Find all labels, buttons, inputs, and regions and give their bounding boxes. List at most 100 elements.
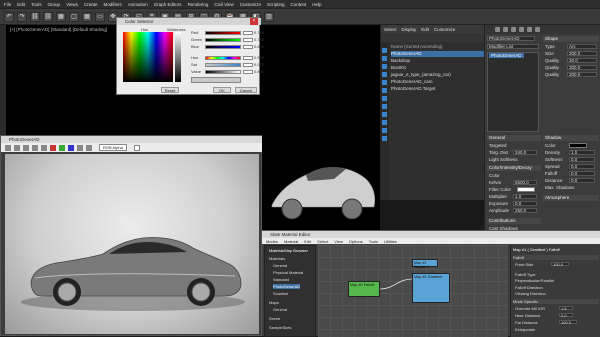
browser-row[interactable]: Standard	[273, 277, 289, 282]
blue-slider[interactable]	[205, 44, 241, 49]
me-menu-edit[interactable]: Edit	[304, 239, 311, 244]
shadow-color-swatch[interactable]	[569, 143, 587, 148]
hue-saturation-picker[interactable]	[123, 32, 173, 82]
param-label[interactable]: Extrapolate	[515, 327, 535, 332]
selection-region-icon[interactable]: ▭	[95, 11, 105, 22]
sat-value[interactable]	[243, 62, 253, 67]
clone-frame-icon[interactable]	[23, 144, 29, 151]
blue-value[interactable]	[243, 44, 253, 49]
motion-tab-icon[interactable]	[519, 27, 524, 32]
scene-row[interactable]: PhotoGenerAD_cam	[391, 79, 489, 85]
filter-helpers-icon[interactable]	[382, 80, 387, 85]
print-icon[interactable]	[32, 144, 38, 151]
browser-row[interactable]: SampleSlots	[269, 325, 291, 330]
tab-display[interactable]: Display	[402, 27, 417, 32]
reset-button[interactable]: Reset	[161, 87, 179, 93]
hue-slider[interactable]	[205, 55, 241, 60]
menu-graph-editors[interactable]: Graph Editors	[154, 2, 182, 7]
red-slider[interactable]	[205, 30, 241, 35]
browser-row[interactable]: Scene	[269, 316, 280, 321]
me-menu-view[interactable]: View	[334, 239, 343, 244]
utilities-tab-icon[interactable]	[535, 27, 540, 32]
filter-geometry-icon[interactable]	[382, 48, 387, 53]
create-tab-icon[interactable]	[495, 27, 500, 32]
menu-modifiers[interactable]: Modifiers	[104, 2, 122, 7]
value-slider[interactable]	[205, 69, 241, 74]
material-node-view[interactable]: Map #0 Falloff Map #1 Gradient Map #1 Gr…	[318, 245, 508, 337]
filter-frozen-icon[interactable]	[382, 128, 387, 133]
link-icon[interactable]: ⛓	[30, 11, 40, 22]
render-production-icon[interactable]: ▥	[264, 11, 274, 22]
bind-space-warp-icon[interactable]: ▦	[56, 11, 66, 22]
blue-channel-icon[interactable]	[68, 144, 74, 151]
value-value[interactable]	[243, 69, 253, 74]
redo-icon[interactable]: ↷	[17, 11, 27, 22]
browser-row[interactable]: Materials	[269, 256, 285, 261]
scene-row[interactable]: Backdrop	[391, 58, 489, 64]
cancel-button[interactable]: Cancel	[235, 87, 257, 93]
modify-tab-icon[interactable]	[503, 27, 508, 32]
menu-views[interactable]: Views	[66, 2, 78, 7]
filter-containers-icon[interactable]	[382, 120, 387, 125]
filter-lights-icon[interactable]	[382, 64, 387, 69]
scene-explorer-header[interactable]: Name (Sorted Ascending)	[391, 44, 489, 50]
channel-dropdown[interactable]: RGB Alpha	[99, 144, 127, 151]
hierarchy-tab-icon[interactable]	[511, 27, 516, 32]
select-by-name-icon[interactable]: ▦	[82, 11, 92, 22]
unlink-icon[interactable]: ⛓	[43, 11, 53, 22]
alpha-channel-icon[interactable]	[77, 144, 83, 151]
tab-select[interactable]: Select	[384, 27, 397, 32]
browser-row[interactable]: Scanline	[273, 291, 288, 296]
general-rollout[interactable]: General	[487, 135, 541, 141]
filter-color-swatch[interactable]	[517, 187, 535, 192]
me-menu-options[interactable]: Options	[349, 239, 363, 244]
filter-warps-icon[interactable]	[382, 88, 387, 93]
filter-hidden-icon[interactable]	[382, 136, 387, 141]
tab-edit[interactable]: Edit	[421, 27, 429, 32]
menu-create[interactable]: Create	[84, 2, 98, 7]
scene-row[interactable]: jaguar_e_type_(amazing_car)	[391, 72, 489, 78]
viewport-label[interactable]: [+] [PhotoGenerAD] [Standard] [Default S…	[10, 27, 107, 32]
menu-scripting[interactable]: Scripting	[267, 2, 285, 7]
mono-icon[interactable]	[86, 144, 92, 151]
me-menu-tools[interactable]: Tools	[369, 239, 378, 244]
me-menu-utilities[interactable]: Utilities	[384, 239, 397, 244]
select-object-icon[interactable]: ▢	[69, 11, 79, 22]
menu-file[interactable]: File	[4, 2, 11, 7]
menu-edit[interactable]: Edit	[17, 2, 25, 7]
color-intensity-rollout[interactable]: Color/Intensity/Decay	[487, 165, 541, 171]
scene-row[interactable]: Box001	[391, 65, 489, 71]
param-value[interactable]: Perpendicular/Parallel	[515, 278, 554, 283]
display-tab-icon[interactable]	[527, 27, 532, 32]
browser-row[interactable]: PhotoGenerAD	[273, 284, 301, 289]
menu-animation[interactable]: Animation	[128, 2, 148, 7]
save-image-icon[interactable]	[5, 144, 11, 151]
sat-slider[interactable]	[205, 62, 241, 67]
viewport-car[interactable]	[262, 135, 380, 230]
modifier-stack[interactable]	[487, 52, 539, 132]
ok-button[interactable]: OK	[213, 87, 231, 93]
tab-customize[interactable]: Customize	[434, 27, 455, 32]
browser-row[interactable]: Maps	[269, 300, 279, 305]
filter-bones-icon[interactable]	[382, 112, 387, 117]
whiteness-slider[interactable]	[175, 32, 181, 82]
menu-customize[interactable]: Customize	[240, 2, 261, 7]
menu-rendering[interactable]: Rendering	[188, 2, 209, 7]
filter-cameras-icon[interactable]	[382, 72, 387, 77]
hue-value[interactable]	[243, 55, 253, 60]
undo-icon[interactable]: ↶	[4, 11, 14, 22]
browser-row[interactable]: General	[273, 307, 287, 312]
green-channel-icon[interactable]	[59, 144, 65, 151]
filter-xrefs-icon[interactable]	[382, 104, 387, 109]
param-value[interactable]: Viewing Direction	[515, 291, 546, 296]
background-swatch[interactable]	[133, 144, 140, 151]
menu-tools[interactable]: Tools	[31, 2, 42, 7]
filter-groups-icon[interactable]	[382, 96, 387, 101]
me-menu-modes[interactable]: Modes	[266, 239, 278, 244]
shape-rollout[interactable]: Shape	[543, 36, 599, 42]
red-value[interactable]	[243, 30, 253, 35]
browser-row[interactable]: Physical Material	[273, 270, 303, 275]
red-channel-icon[interactable]	[50, 144, 56, 151]
contributions-rollout[interactable]: Contributions	[487, 218, 541, 224]
atmosphere-rollout[interactable]: Atmosphere	[543, 195, 599, 201]
